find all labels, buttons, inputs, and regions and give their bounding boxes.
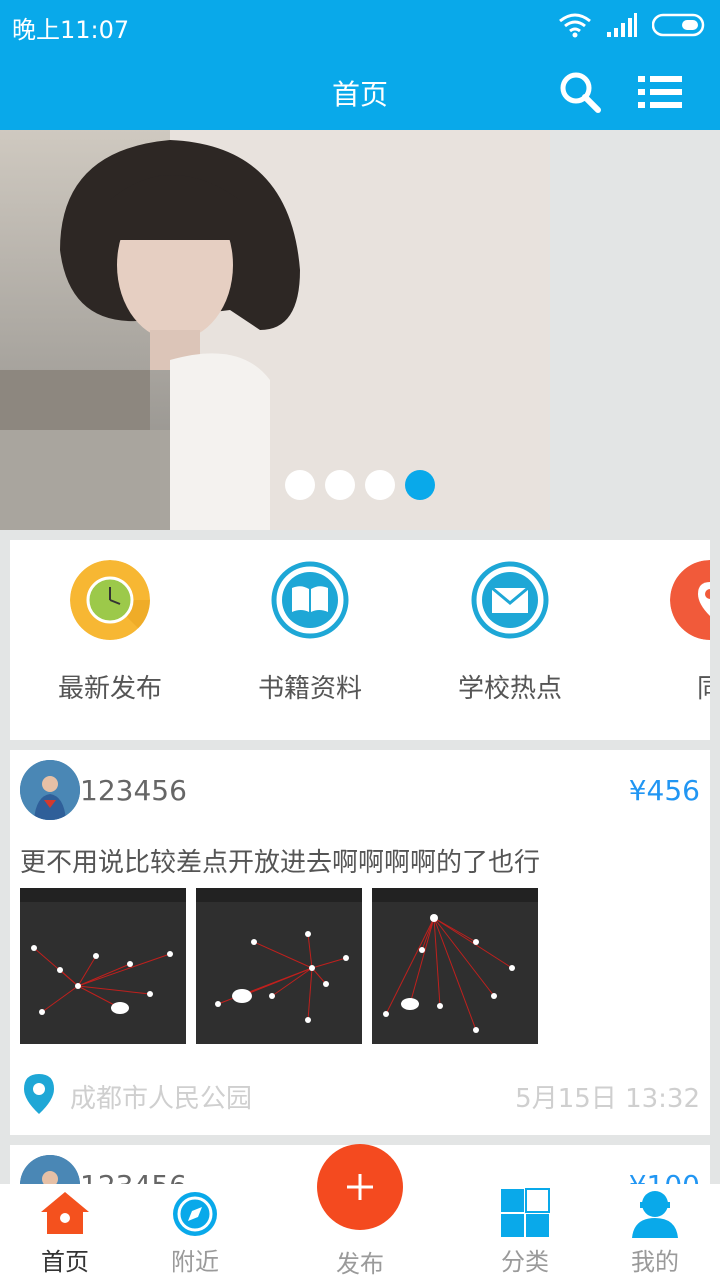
tab-label: 附近 (171, 1248, 219, 1276)
mail-icon (471, 561, 549, 639)
post-location: 成都市人民公园 (70, 1084, 253, 1114)
indicator-dot[interactable] (325, 470, 355, 500)
avatar[interactable] (20, 760, 80, 820)
header: 首页 (0, 52, 720, 130)
post-image[interactable] (196, 888, 362, 1044)
indicator-dot[interactable] (285, 470, 315, 500)
category-label: 最新发布 (57, 674, 162, 704)
user-icon (632, 1191, 678, 1238)
tab-mine[interactable]: 我的 (595, 1184, 715, 1280)
post-image[interactable] (372, 888, 538, 1044)
book-icon (271, 561, 349, 639)
category-shortcuts: 最新发布 书籍资料 学校热点 同 (10, 540, 710, 740)
publish-button[interactable] (317, 1144, 403, 1230)
tab-nearby[interactable]: 附近 (135, 1184, 255, 1280)
banner-image[interactable] (0, 130, 550, 530)
home-icon (41, 1192, 89, 1234)
category-latest[interactable]: 最新发布 (20, 560, 200, 705)
tab-home[interactable]: 首页 (5, 1184, 125, 1280)
location-pin-icon (670, 560, 710, 640)
page-title: 首页 (331, 78, 388, 111)
username: 123456 (80, 774, 187, 807)
list-menu-icon[interactable] (636, 74, 684, 110)
location-pin-icon (24, 1074, 54, 1114)
category-label: 学校热点 (457, 674, 562, 704)
compass-icon (173, 1192, 217, 1236)
post-description: 更不用说比较差点开放进去啊啊啊啊的了也行 (20, 848, 541, 878)
tab-category[interactable]: 分类 (465, 1184, 585, 1280)
banner-indicator (285, 470, 435, 500)
signal-icon (607, 13, 637, 37)
category-label: 书籍资料 (257, 674, 362, 704)
category-label: 同 (696, 674, 710, 704)
category-school-hotspot[interactable]: 学校热点 (420, 560, 600, 705)
tab-label: 首页 (41, 1248, 89, 1276)
plus-icon (347, 1174, 373, 1200)
post-date: 5月15日 13:32 (515, 1084, 700, 1114)
category-more[interactable]: 同 (620, 560, 710, 705)
price: ¥456 (628, 774, 700, 807)
post-images (20, 888, 538, 1044)
battery-icon (652, 13, 705, 37)
publish-label: 发布 (336, 1250, 384, 1278)
status-time: 晚上11:07 (12, 16, 130, 44)
clock-icon (70, 560, 150, 640)
category-books[interactable]: 书籍资料 (220, 560, 400, 705)
grid-icon (501, 1188, 550, 1237)
post-card[interactable]: 123456 ¥456 更不用说比较差点开放进去啊啊啊啊的了也行 成都市人民公园… (10, 750, 710, 1135)
tab-label: 分类 (501, 1248, 549, 1276)
status-bar: 晚上11:07 (0, 0, 720, 52)
wifi-icon (559, 13, 591, 38)
indicator-dot[interactable] (365, 470, 395, 500)
search-icon[interactable] (558, 70, 602, 114)
tab-label: 我的 (631, 1248, 679, 1276)
post-image[interactable] (20, 888, 186, 1044)
banner-carousel[interactable] (0, 130, 720, 530)
indicator-dot-active[interactable] (405, 470, 435, 500)
